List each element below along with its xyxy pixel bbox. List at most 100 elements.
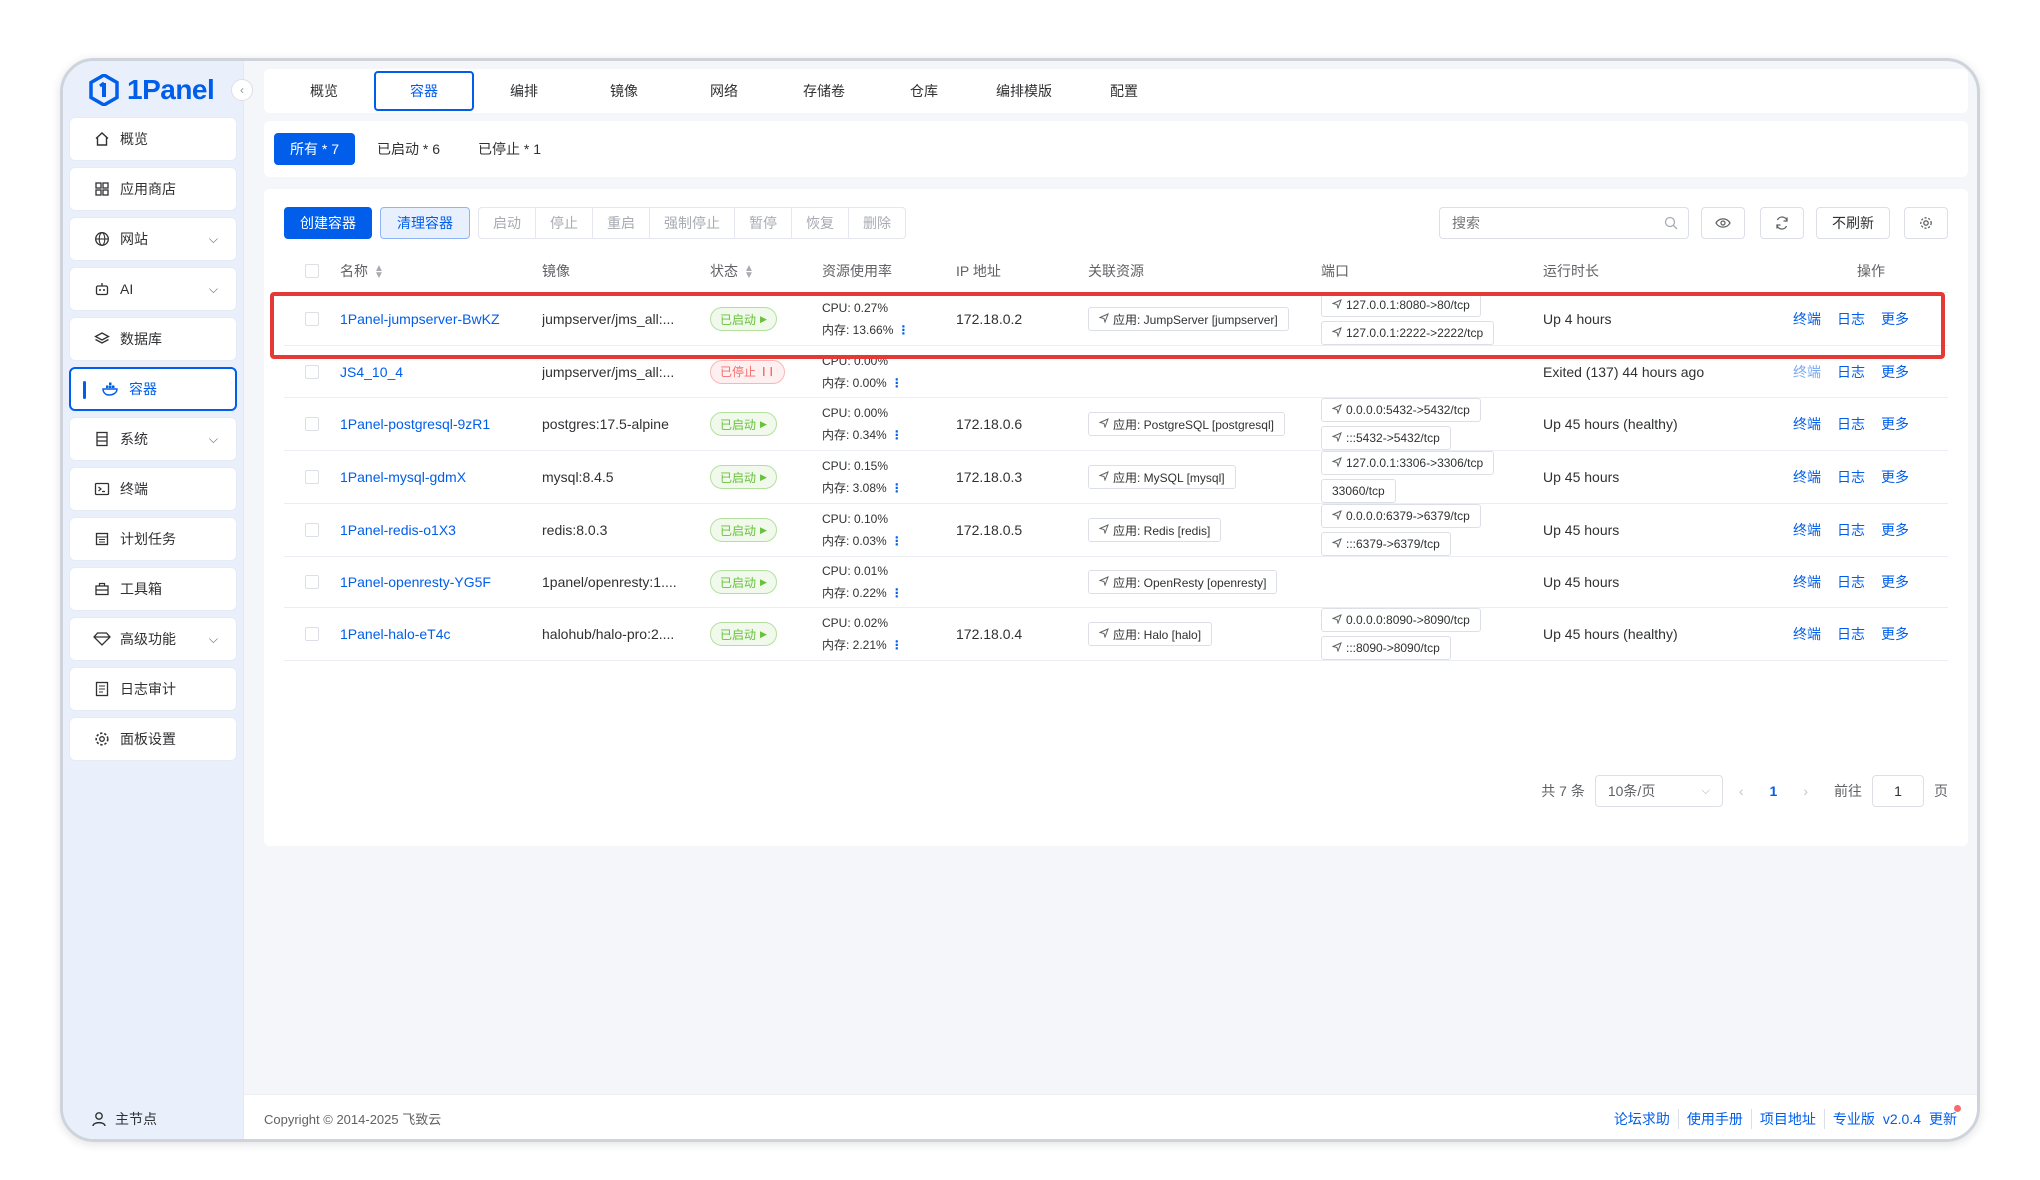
search-icon[interactable] (1664, 216, 1678, 230)
tab-1[interactable]: 容器 (374, 71, 474, 111)
terminal-link[interactable]: 终端 (1793, 572, 1821, 592)
port-tag[interactable]: 0.0.0.0:8090->8090/tcp (1321, 608, 1481, 632)
log-link[interactable]: 日志 (1837, 467, 1865, 487)
port-tag[interactable]: 127.0.0.1:2222->2222/tcp (1321, 321, 1495, 345)
node-selector[interactable]: 主节点 (91, 1109, 157, 1129)
sidebar-item-6[interactable]: 系统 ⌵ (69, 417, 237, 461)
port-tag[interactable]: 0.0.0.0:6379->6379/tcp (1321, 504, 1481, 528)
terminal-link[interactable]: 终端 (1793, 624, 1821, 644)
log-link[interactable]: 日志 (1837, 414, 1865, 434)
current-page[interactable]: 1 (1760, 783, 1788, 799)
more-link[interactable]: 更多 (1881, 572, 1909, 592)
terminal-link[interactable]: 终端 (1793, 467, 1821, 487)
more-vertical-icon[interactable]: ⋮ (891, 586, 903, 600)
refresh-button[interactable] (1760, 207, 1804, 239)
sidebar-item-9[interactable]: 工具箱 (69, 567, 237, 611)
more-vertical-icon[interactable]: ⋮ (891, 428, 903, 442)
batch-button-2[interactable]: 重启 (593, 208, 650, 238)
batch-button-1[interactable]: 停止 (536, 208, 593, 238)
terminal-link[interactable]: 终端 (1793, 520, 1821, 540)
status-badge[interactable]: 已启动 ▶ (710, 570, 777, 594)
select-all-checkbox[interactable] (305, 263, 319, 278)
container-name-link[interactable]: 1Panel-openresty-YG5F (340, 574, 491, 590)
sidebar-item-11[interactable]: 日志审计 (69, 667, 237, 711)
status-badge[interactable]: 已启动 ▶ (710, 622, 777, 646)
footer-link-project[interactable]: 项目地址 (1752, 1108, 1825, 1129)
collapse-sidebar-button[interactable]: ‹ (231, 79, 253, 101)
row-checkbox[interactable] (305, 575, 319, 589)
related-app-tag[interactable]: 应用: OpenResty [openresty] (1088, 570, 1278, 594)
row-checkbox[interactable] (305, 364, 319, 379)
status-badge[interactable]: 已启动 ▶ (710, 307, 777, 331)
container-name-link[interactable]: 1Panel-halo-eT4c (340, 626, 451, 642)
filter-1[interactable]: 已启动 * 6 (361, 133, 456, 165)
related-app-tag[interactable]: 应用: Halo [halo] (1088, 622, 1213, 646)
tab-5[interactable]: 存储卷 (774, 71, 874, 111)
next-page-button[interactable]: › (1797, 783, 1814, 799)
more-link[interactable]: 更多 (1881, 309, 1909, 329)
tab-2[interactable]: 编排 (474, 71, 574, 111)
more-vertical-icon[interactable]: ⋮ (891, 534, 903, 548)
container-name-link[interactable]: 1Panel-redis-o1X3 (340, 522, 456, 538)
terminal-link[interactable]: 终端 (1793, 309, 1821, 329)
more-vertical-icon[interactable]: ⋮ (897, 323, 909, 337)
more-vertical-icon[interactable]: ⋮ (891, 376, 903, 390)
port-tag[interactable]: :::5432->5432/tcp (1321, 426, 1451, 450)
column-settings-button[interactable] (1904, 207, 1948, 239)
sidebar-item-1[interactable]: 应用商店 (69, 167, 237, 211)
sidebar-item-4[interactable]: 数据库 (69, 317, 237, 361)
sort-icon[interactable]: ▲ ▼ (744, 263, 754, 280)
more-link[interactable]: 更多 (1881, 414, 1909, 434)
row-checkbox[interactable] (305, 470, 319, 484)
footer-link-forum[interactable]: 论坛求助 (1606, 1108, 1679, 1129)
sidebar-item-8[interactable]: 计划任务 (69, 517, 237, 561)
more-link[interactable]: 更多 (1881, 624, 1909, 644)
row-checkbox[interactable] (305, 627, 319, 641)
auto-refresh-select[interactable]: 不刷新 (1816, 207, 1890, 239)
sidebar-item-12[interactable]: 面板设置 (69, 717, 237, 761)
create-container-button[interactable]: 创建容器 (284, 207, 372, 239)
batch-button-6[interactable]: 删除 (849, 208, 905, 238)
batch-button-5[interactable]: 恢复 (792, 208, 849, 238)
sidebar-item-0[interactable]: 概览 (69, 117, 237, 161)
sidebar-item-2[interactable]: 网站 ⌵ (69, 217, 237, 261)
tab-6[interactable]: 仓库 (874, 71, 974, 111)
status-badge[interactable]: 已停止 ❙❙ (710, 359, 786, 384)
row-checkbox[interactable] (305, 312, 319, 326)
prev-page-button[interactable]: ‹ (1733, 783, 1750, 799)
more-link[interactable]: 更多 (1881, 467, 1909, 487)
port-tag[interactable]: :::8090->8090/tcp (1321, 636, 1451, 660)
status-badge[interactable]: 已启动 ▶ (710, 412, 777, 436)
terminal-link[interactable]: 终端 (1793, 414, 1821, 434)
log-link[interactable]: 日志 (1837, 309, 1865, 329)
search-input[interactable] (1440, 208, 1688, 238)
logo[interactable]: 1Panel (89, 71, 215, 109)
container-name-link[interactable]: 1Panel-jumpserver-BwKZ (340, 311, 500, 327)
filter-2[interactable]: 已停止 * 1 (462, 133, 557, 165)
more-link[interactable]: 更多 (1881, 520, 1909, 540)
port-tag[interactable]: 33060/tcp (1321, 479, 1396, 503)
status-badge[interactable]: 已启动 ▶ (710, 465, 777, 489)
tab-4[interactable]: 网络 (674, 71, 774, 111)
goto-page-input[interactable]: 1 (1872, 775, 1924, 807)
port-tag[interactable]: 0.0.0.0:5432->5432/tcp (1321, 398, 1481, 422)
log-link[interactable]: 日志 (1837, 624, 1865, 644)
sidebar-item-3[interactable]: AI ⌵ (69, 267, 237, 311)
sort-icon[interactable]: ▲ ▼ (374, 263, 384, 280)
update-link[interactable]: 更新 (1925, 1104, 1961, 1129)
sidebar-item-7[interactable]: 终端 (69, 467, 237, 511)
header-name[interactable]: 名称 ▲ ▼ (340, 261, 542, 281)
footer-link-docs[interactable]: 使用手册 (1679, 1108, 1752, 1129)
header-state[interactable]: 状态 ▲ ▼ (710, 261, 822, 281)
footer-link-pro[interactable]: 专业版 (1825, 1109, 1875, 1129)
tab-3[interactable]: 镜像 (574, 71, 674, 111)
tab-7[interactable]: 编排模版 (974, 71, 1074, 111)
log-link[interactable]: 日志 (1837, 520, 1865, 540)
related-app-tag[interactable]: 应用: Redis [redis] (1088, 518, 1222, 542)
page-size-select[interactable]: 10条/页 ⌵ (1594, 775, 1723, 807)
batch-button-0[interactable]: 启动 (479, 208, 536, 238)
port-tag[interactable]: 127.0.0.1:3306->3306/tcp (1321, 451, 1495, 475)
log-link[interactable]: 日志 (1837, 572, 1865, 592)
port-tag[interactable]: :::6379->6379/tcp (1321, 532, 1451, 556)
related-app-tag[interactable]: 应用: MySQL [mysql] (1088, 465, 1236, 489)
